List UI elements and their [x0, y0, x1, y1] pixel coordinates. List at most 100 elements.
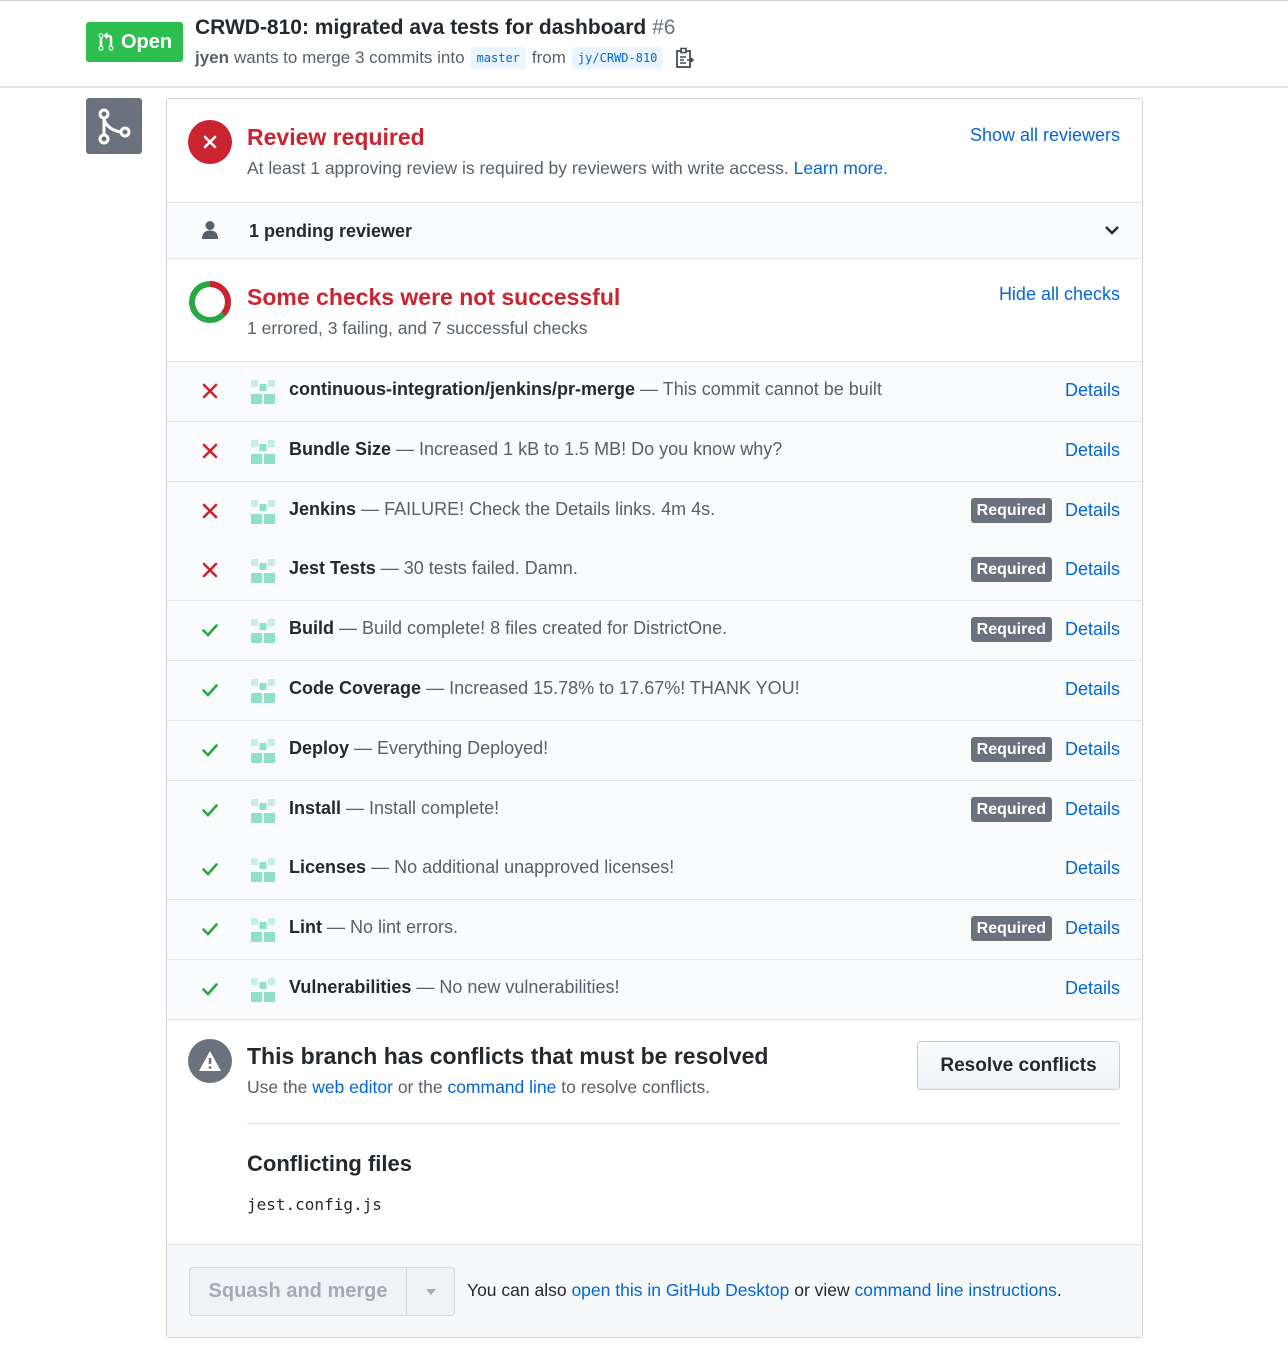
- details-link[interactable]: Details: [1065, 739, 1120, 760]
- chevron-down-icon[interactable]: [1104, 224, 1120, 236]
- check-row: continuous-integration/jenkins/pr-merge …: [167, 362, 1142, 422]
- clipboard-icon[interactable]: [675, 47, 695, 69]
- check-text: Vulnerabilities — No new vulnerabilities…: [289, 977, 619, 998]
- check-icon: [202, 923, 218, 937]
- check-row: Vulnerabilities — No new vulnerabilities…: [167, 960, 1142, 1020]
- check-description: — Everything Deployed!: [354, 737, 549, 758]
- check-icon: [202, 983, 218, 996]
- person-icon: [202, 221, 218, 239]
- check-name: Deploy: [289, 737, 350, 758]
- review-required-section: Review required At least 1 approving rev…: [167, 99, 1142, 203]
- check-row: Jenkins — FAILURE! Check the Details lin…: [167, 481, 1142, 542]
- required-badge: Required: [970, 736, 1052, 762]
- review-required-subtitle: At least 1 approving review is required …: [247, 158, 888, 179]
- check-row: Code Coverage — Increased 15.78% to 17.6…: [167, 661, 1142, 721]
- check-description: — FAILURE! Check the Details links. 4m 4…: [361, 498, 716, 519]
- merge-actions: Squash and merge You can also open this …: [167, 1244, 1142, 1337]
- git-merge-icon: [86, 98, 142, 154]
- required-badge: Required: [970, 796, 1052, 822]
- check-row: Lint — No lint errors. Required Details: [167, 900, 1142, 961]
- details-link[interactable]: Details: [1065, 799, 1120, 820]
- check-icon: [202, 863, 218, 877]
- check-name: Lint: [289, 917, 322, 938]
- also-text: You can also: [467, 1280, 567, 1300]
- app-avatar-icon: [251, 918, 275, 943]
- app-avatar-icon: [251, 559, 275, 584]
- pr-meta: jyen wants to merge 3 commits into maste…: [195, 47, 695, 69]
- pending-reviewer-row[interactable]: 1 pending reviewer: [167, 203, 1142, 259]
- x-icon: [202, 563, 218, 578]
- check-description: — This commit cannot be built: [640, 379, 882, 399]
- check-row: Bundle Size — Increased 1 kB to 1.5 MB! …: [167, 421, 1142, 482]
- alert-icon: [188, 1039, 232, 1083]
- check-name: Licenses: [289, 857, 367, 878]
- or-view-text: or view: [794, 1280, 850, 1300]
- check-row: Jest Tests — 30 tests failed. Damn. Requi…: [167, 541, 1142, 602]
- base-branch[interactable]: master: [470, 47, 526, 69]
- details-link[interactable]: Details: [1065, 679, 1120, 700]
- app-avatar-icon: [251, 499, 275, 524]
- check-description: — No additional unapproved licenses!: [371, 857, 675, 878]
- details-link[interactable]: Details: [1065, 858, 1120, 879]
- check-text: Licenses — No additional unapproved lice…: [289, 857, 674, 878]
- conflicts-subtitle: Use the web editor or the command line t…: [247, 1077, 710, 1098]
- git-pull-request-icon: [98, 32, 114, 51]
- hide-all-checks-link[interactable]: Hide all checks: [999, 284, 1120, 305]
- app-avatar-icon: [251, 978, 275, 1002]
- required-badge: Required: [970, 617, 1052, 643]
- check-row: Licenses — No additional unapproved lice…: [167, 840, 1142, 901]
- details-link[interactable]: Details: [1065, 559, 1120, 580]
- check-text: Code Coverage — Increased 15.78% to 17.6…: [289, 678, 800, 699]
- cli-instructions-link[interactable]: command line instructions: [855, 1280, 1057, 1300]
- app-avatar-icon: [251, 858, 275, 883]
- check-name: Jenkins: [289, 498, 357, 519]
- details-link[interactable]: Details: [1065, 918, 1120, 939]
- open-desktop-link[interactable]: open this in GitHub Desktop: [571, 1280, 789, 1300]
- required-badge: Required: [970, 557, 1052, 583]
- pending-reviewer-label: 1 pending reviewer: [249, 221, 413, 241]
- checks-summary-subtitle: 1 errored, 3 failing, and 7 successful c…: [247, 318, 588, 338]
- check-description: — Increased 1 kB to 1.5 MB! Do you know …: [396, 438, 783, 459]
- app-avatar-icon: [251, 679, 275, 703]
- check-description: — 30 tests failed. Damn.: [380, 558, 578, 579]
- check-text: continuous-integration/jenkins/pr-merge …: [289, 379, 882, 400]
- check-description: — Increased 15.78% to 17.67%! THANK YOU!: [426, 678, 800, 698]
- pr-author[interactable]: jyen: [195, 48, 229, 68]
- pr-header: Open CRWD-810: migrated ava tests for da…: [0, 0, 1288, 88]
- checks-summary-title: Some checks were not successful: [247, 284, 621, 310]
- merge-text: wants to merge 3 commits into: [234, 48, 465, 67]
- details-link[interactable]: Details: [1065, 619, 1120, 640]
- app-avatar-icon: [251, 619, 275, 644]
- squash-and-merge-button[interactable]: Squash and merge: [189, 1267, 407, 1316]
- conflicting-file: jest.config.js: [247, 1195, 382, 1214]
- command-line-link[interactable]: command line: [447, 1077, 556, 1097]
- details-link[interactable]: Details: [1065, 500, 1120, 521]
- use-the-text: Use the: [247, 1077, 308, 1097]
- check-name: Install: [289, 797, 342, 818]
- check-icon: [202, 624, 218, 638]
- x-icon: [202, 383, 218, 399]
- show-all-reviewers-link[interactable]: Show all reviewers: [970, 125, 1120, 146]
- check-name: continuous-integration/jenkins/pr-merge: [289, 379, 636, 399]
- check-text: Deploy — Everything Deployed!: [289, 738, 548, 759]
- review-required-title: Review required: [247, 124, 425, 150]
- web-editor-link[interactable]: web editor: [312, 1077, 393, 1097]
- learn-more-link[interactable]: Learn more.: [794, 158, 888, 178]
- pr-state-label: Open: [120, 30, 173, 53]
- required-badge: Required: [970, 497, 1052, 523]
- app-avatar-icon: [251, 738, 275, 763]
- details-link[interactable]: Details: [1065, 380, 1120, 401]
- check-row: Install — Install complete! Required Detai…: [167, 780, 1142, 841]
- check-icon: [202, 803, 218, 817]
- details-link[interactable]: Details: [1065, 978, 1120, 999]
- check-text: Bundle Size — Increased 1 kB to 1.5 MB! …: [289, 439, 782, 460]
- check-row: Deploy — Everything Deployed! Required Det…: [167, 720, 1142, 781]
- conflicting-files-title: Conflicting files: [247, 1151, 412, 1176]
- merge-method-dropdown[interactable]: [406, 1267, 455, 1316]
- check-row: Build — Build complete! 8 files created …: [167, 601, 1142, 662]
- details-link[interactable]: Details: [1065, 440, 1120, 461]
- pr-title-text: CRWD-810: migrated ava tests for dashboa…: [195, 16, 647, 39]
- resolve-conflicts-button[interactable]: Resolve conflicts: [917, 1041, 1120, 1090]
- head-branch[interactable]: jy/CRWD-810: [571, 47, 664, 69]
- check-description: — Build complete! 8 files created for Di…: [339, 618, 728, 639]
